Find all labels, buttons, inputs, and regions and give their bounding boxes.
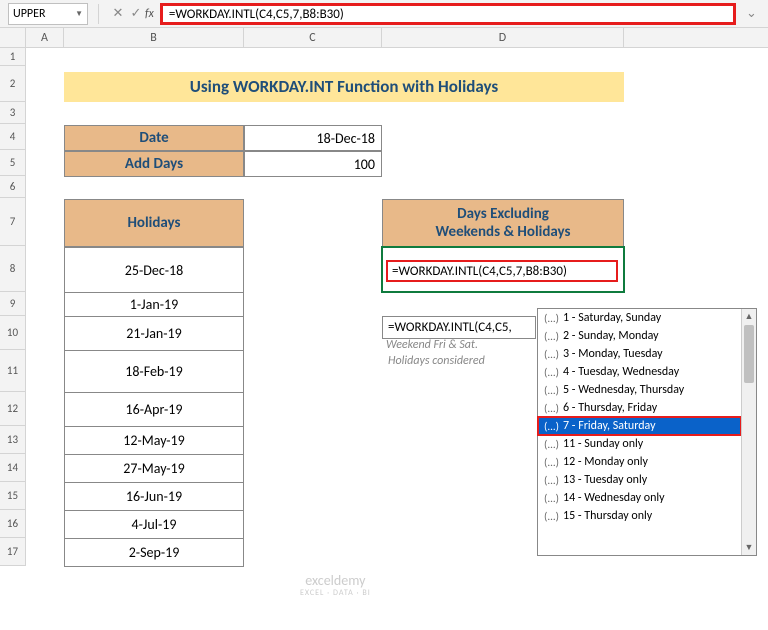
row-header[interactable]: 10 [0,316,26,350]
spreadsheet-grid: A B C D 1 2 3 4 5 6 7 8 9 10 11 12 13 14… [0,28,768,566]
label-holidays: Holidays [64,199,244,247]
label-add-days: Add Days [64,151,244,177]
row-header[interactable]: 9 [0,292,26,316]
enum-icon: (...) [544,492,559,505]
formula-highlight: =WORKDAY.INTL(C4,C5,7,B8:B30) [386,260,618,282]
row-header[interactable]: 13 [0,426,26,454]
enum-icon: (...) [544,510,559,523]
weekend-option-12[interactable]: (...)12 - Monday only [538,453,741,471]
expand-icon[interactable]: ⌄ [746,6,762,21]
enum-icon: (...) [544,438,559,451]
val-date[interactable]: 18-Dec-18 [244,125,382,151]
weekend-option-4[interactable]: (...)4 - Tuesday, Wednesday [538,363,741,381]
weekend-option-13[interactable]: (...)13 - Tuesday only [538,471,741,489]
row-header[interactable]: 15 [0,482,26,510]
weekend-dropdown[interactable]: (...)1 - Saturday, Sunday(...)2 - Sunday… [537,308,757,556]
sheet-title: Using WORKDAY.INT Function with Holidays [64,72,624,102]
tooltip-formula: =WORKDAY.INTL(C4,C5, [382,316,536,339]
row-header[interactable]: 11 [0,350,26,392]
row-header[interactable]: 8 [0,246,26,292]
row-header[interactable]: 16 [0,510,26,538]
holiday-cell[interactable]: 12-May-19 [64,427,244,455]
scroll-up-icon[interactable]: ▲ [742,309,756,324]
col-header-B[interactable]: B [64,28,244,47]
holiday-cell[interactable]: 25-Dec-18 [64,247,244,293]
grid-body[interactable]: 1 2 3 4 5 6 7 8 9 10 11 12 13 14 15 16 1… [0,48,768,566]
row-header[interactable]: 1 [0,48,26,66]
weekend-option-1[interactable]: (...)1 - Saturday, Sunday [538,309,741,327]
weekend-option-5[interactable]: (...)5 - Wednesday, Thursday [538,381,741,399]
note-holidays: Holidays considered [388,354,485,369]
row-header[interactable]: 3 [0,102,26,124]
active-cell-D8[interactable]: =WORKDAY.INTL(C4,C5,7,B8:B30) [381,246,625,293]
label-date: Date [64,125,244,151]
enum-icon: (...) [544,456,559,469]
label-days-excluding: Days Excluding Weekends & Holidays [382,199,624,247]
cancel-icon[interactable]: ✕ [109,6,127,21]
holiday-cell[interactable]: 18-Feb-19 [64,351,244,393]
holiday-cell[interactable]: 27-May-19 [64,455,244,483]
select-all-corner[interactable] [0,28,26,47]
enum-icon: (...) [544,312,559,325]
scroll-thumb[interactable] [744,325,754,383]
enum-icon: (...) [544,348,559,361]
row-header[interactable]: 4 [0,124,26,150]
enum-icon: (...) [544,330,559,343]
holiday-cell[interactable]: 2-Sep-19 [64,539,244,567]
weekend-option-6[interactable]: (...)6 - Thursday, Friday [538,399,741,417]
chevron-down-icon[interactable]: ▼ [75,9,83,19]
row-header[interactable]: 7 [0,198,26,246]
enum-icon: (...) [544,366,559,379]
accept-icon[interactable]: ✓ [127,6,145,21]
val-add-days[interactable]: 100 [244,151,382,177]
weekend-option-15[interactable]: (...)15 - Thursday only [538,507,741,525]
enum-icon: (...) [544,474,559,487]
weekend-option-2[interactable]: (...)2 - Sunday, Monday [538,327,741,345]
enum-icon: (...) [544,402,559,415]
divider [98,4,99,24]
row-header[interactable]: 17 [0,538,26,566]
fx-icon[interactable]: fx [145,7,154,21]
name-box[interactable]: UPPER ▼ [8,3,88,25]
formula-bar-row: UPPER ▼ ✕ ✓ fx =WORKDAY.INTL(C4,C5,7,B8:… [0,0,768,28]
holiday-cell[interactable]: 16-Jun-19 [64,483,244,511]
name-box-value: UPPER [13,7,45,21]
row-header[interactable]: 2 [0,66,26,102]
scrollbar[interactable]: ▲ ▼ [741,309,756,555]
note-weekend: Weekend Fri & Sat. [386,338,478,353]
row-header[interactable]: 14 [0,454,26,482]
holiday-cell[interactable]: 16-Apr-19 [64,393,244,427]
scroll-down-icon[interactable]: ▼ [742,540,756,555]
col-header-D[interactable]: D [382,28,624,47]
row-header[interactable]: 6 [0,176,26,198]
row-header[interactable]: 5 [0,150,26,176]
enum-icon: (...) [544,420,559,433]
row-header[interactable]: 12 [0,392,26,426]
col-header-C[interactable]: C [244,28,382,47]
weekend-option-7[interactable]: (...)7 - Friday, Saturday [538,417,741,435]
formula-bar-input[interactable]: =WORKDAY.INTL(C4,C5,7,B8:B30) [160,3,736,25]
weekend-option-14[interactable]: (...)14 - Wednesday only [538,489,741,507]
holiday-cell[interactable]: 1-Jan-19 [64,293,244,317]
holiday-cell[interactable]: 21-Jan-19 [64,317,244,351]
enum-icon: (...) [544,384,559,397]
column-headers: A B C D [0,28,768,48]
holiday-cell[interactable]: 4-Jul-19 [64,511,244,539]
watermark: exceldemy EXCEL · DATA · BI [300,575,371,599]
col-header-A[interactable]: A [26,28,64,47]
weekend-option-11[interactable]: (...)11 - Sunday only [538,435,741,453]
weekend-option-3[interactable]: (...)3 - Monday, Tuesday [538,345,741,363]
